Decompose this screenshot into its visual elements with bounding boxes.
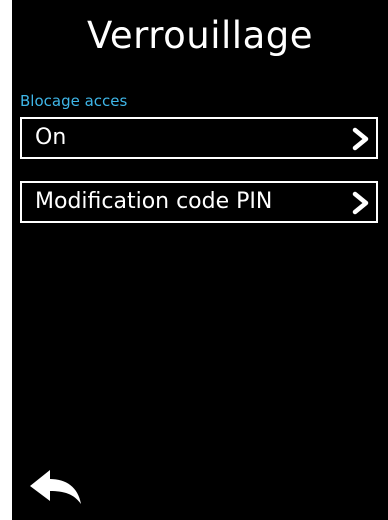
blocage-acces-value: On [35, 125, 67, 150]
modification-code-pin-row[interactable]: Modification code PIN [20, 181, 378, 223]
device-screen: Verrouillage Blocage acces On Modificati… [12, 0, 388, 520]
chevron-right-icon [352, 127, 369, 151]
chevron-right-icon [352, 191, 369, 215]
page-title: Verrouillage [86, 14, 313, 57]
blocage-acces-toggle-row[interactable]: On [20, 117, 378, 159]
back-arrow-icon[interactable] [26, 466, 84, 508]
modification-code-pin-label: Modification code PIN [35, 189, 273, 214]
section-label-blocage: Blocage acces [20, 92, 128, 110]
